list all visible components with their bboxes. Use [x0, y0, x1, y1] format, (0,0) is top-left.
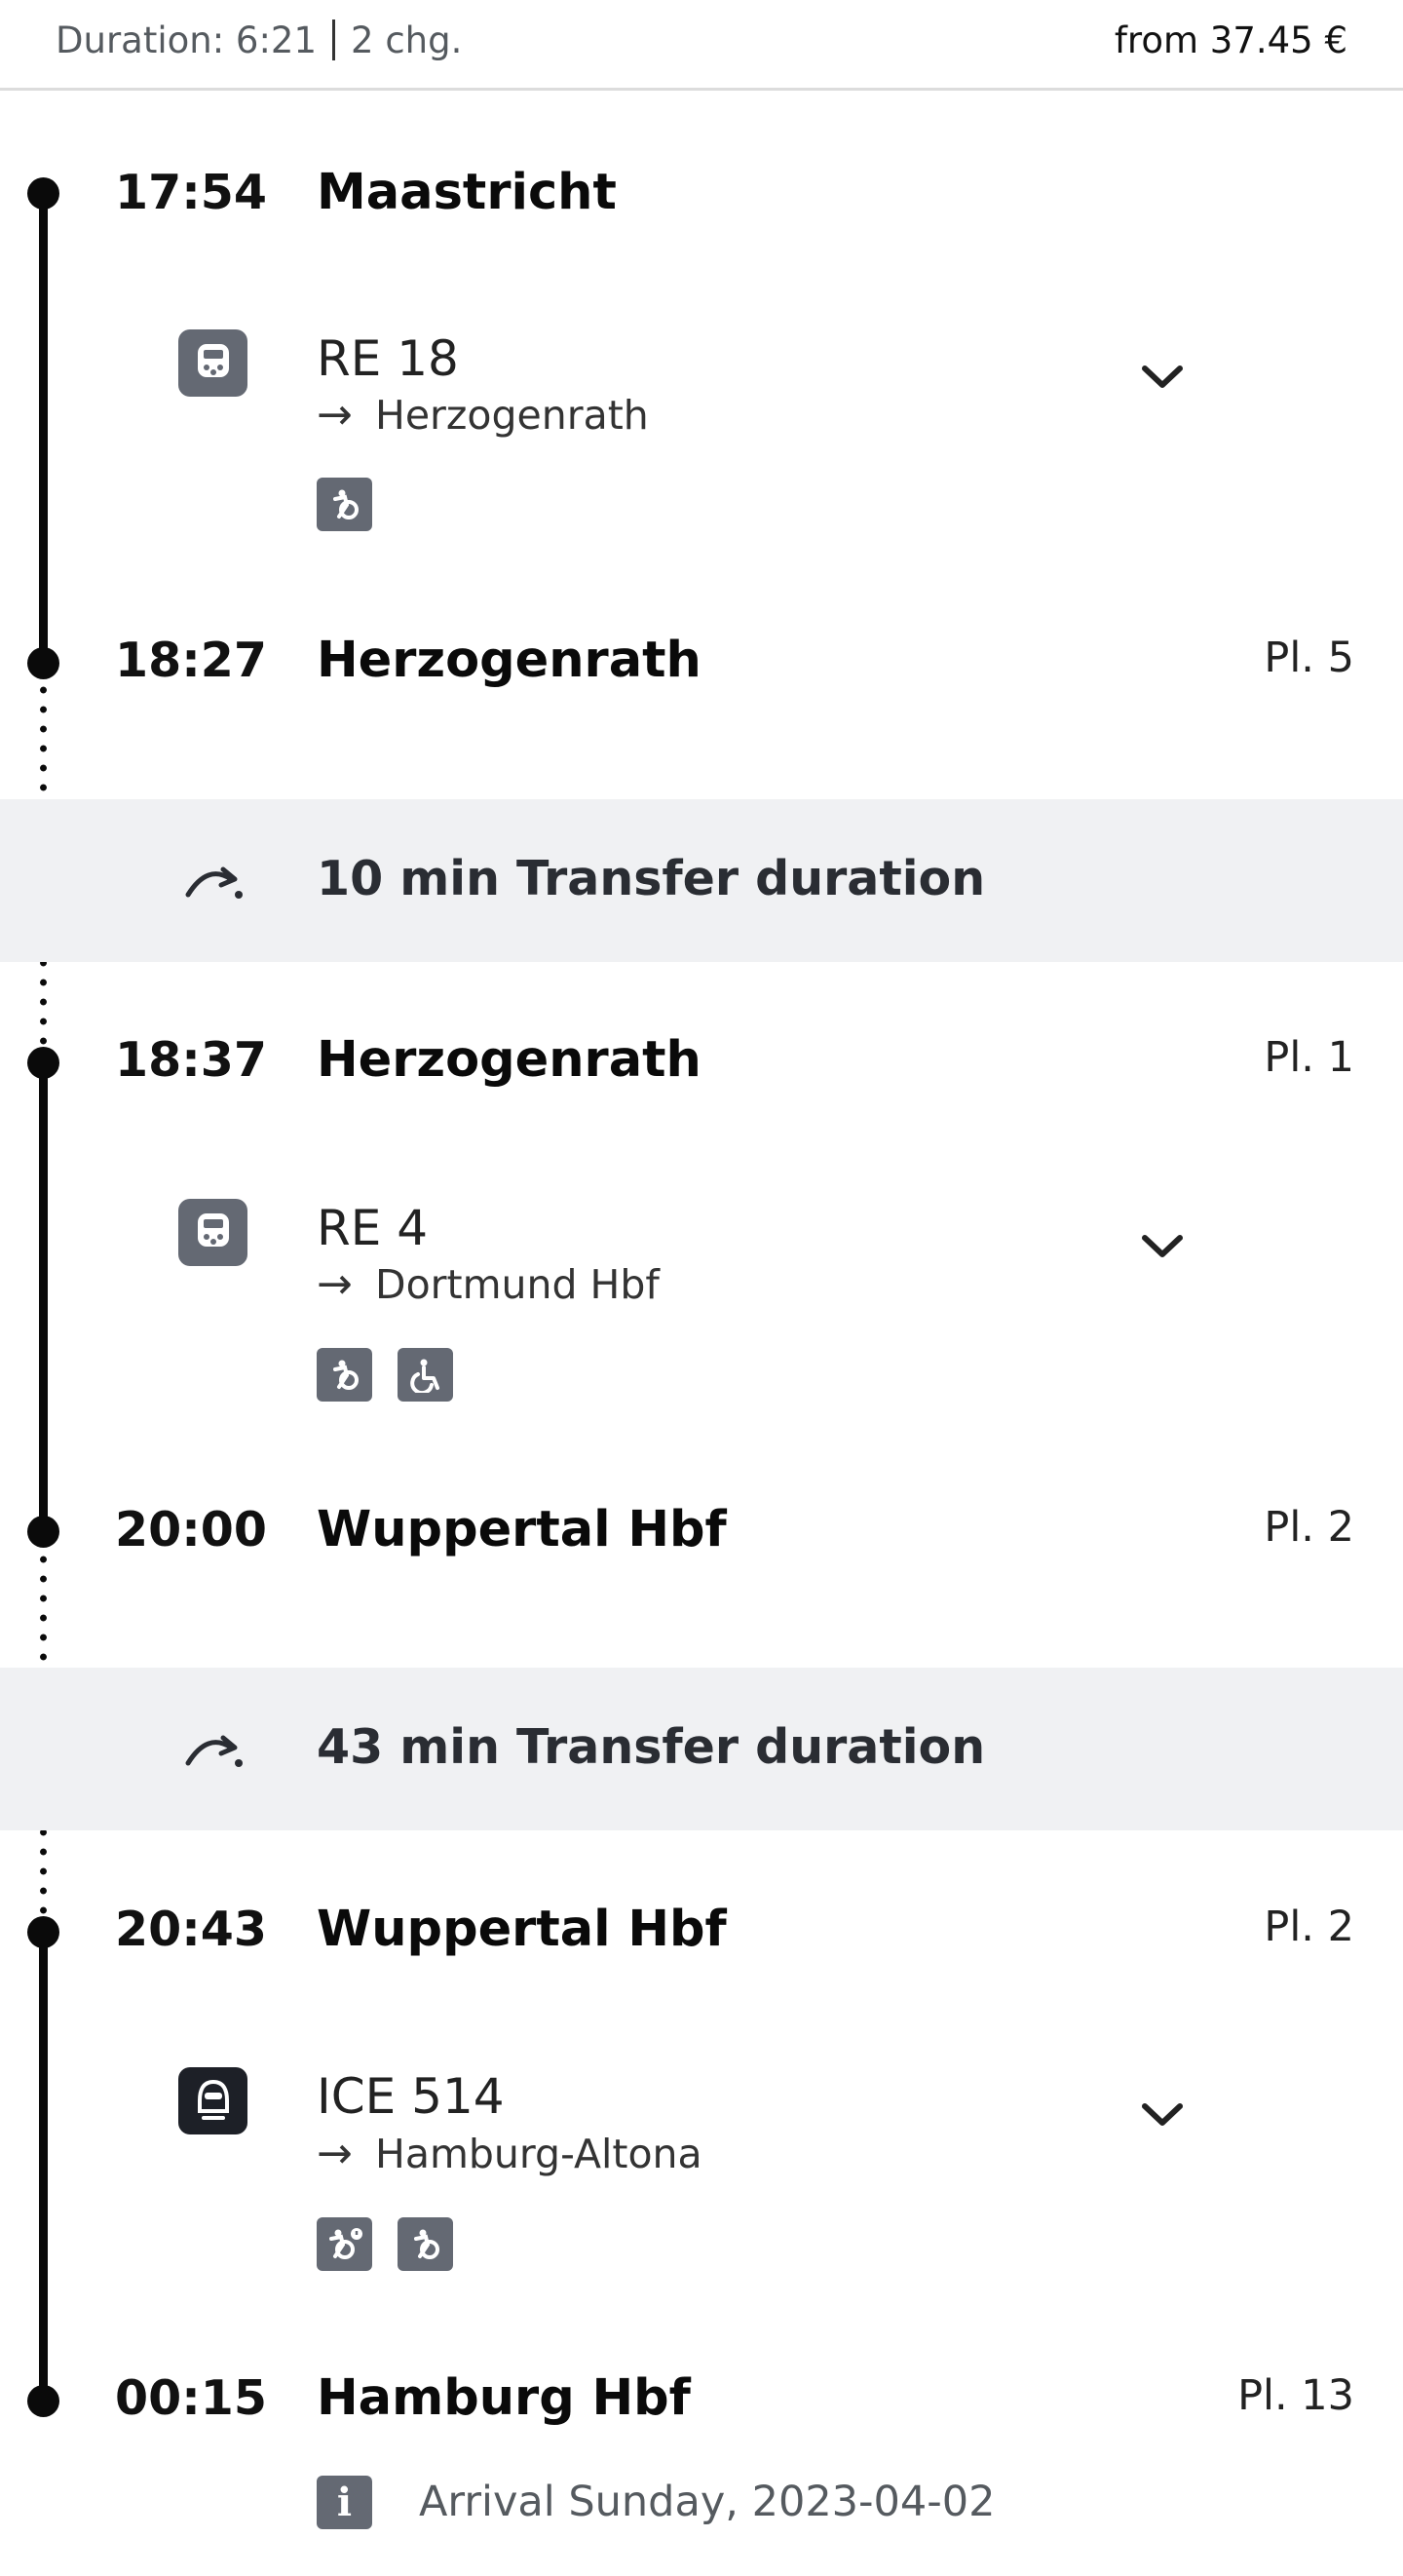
arrow-right-icon: →: [317, 1259, 353, 1309]
journey-details: Duration: 6:21 2 chg. from 37.45 € 10 min…: [0, 0, 1403, 2576]
duration-summary: Duration: 6:21 2 chg.: [56, 18, 462, 64]
chevron-down-icon: [1142, 2103, 1183, 2126]
train-name: ICE 514: [317, 2068, 505, 2125]
expand-leg-button[interactable]: [1133, 2086, 1192, 2144]
changes-text: 2 chg.: [351, 19, 463, 61]
train-name: RE 18: [317, 330, 459, 387]
transfer-icon: [185, 866, 243, 899]
station-name: Wuppertal Hbf: [317, 1501, 727, 1558]
regional-train-icon: [178, 1199, 247, 1266]
journey-summary-bar: Duration: 6:21 2 chg. from 37.45 €: [0, 0, 1403, 91]
arrival-info-text: Arrival Sunday, 2023-04-02: [419, 2478, 996, 2526]
arrow-right-icon: →: [317, 2129, 353, 2178]
train-destination: → Herzogenrath: [317, 390, 649, 441]
stop-dot: [27, 1047, 59, 1079]
arrow-right-icon: →: [317, 390, 353, 440]
transfer-duration: 43 min Transfer duration: [317, 1719, 986, 1775]
regional-train-icon: [178, 329, 247, 397]
station-name: Herzogenrath: [317, 632, 702, 689]
timeline-leg-1: [39, 193, 48, 663]
ice-train-icon: [178, 2067, 247, 2134]
bicycle-icon: [398, 2217, 453, 2271]
transfer-icon: [185, 1735, 243, 1767]
departure-time: 20:43: [115, 1902, 267, 1957]
station-name: Wuppertal Hbf: [317, 1901, 727, 1958]
departure-time: 17:54: [115, 165, 267, 220]
train-destination: → Dortmund Hbf: [317, 1259, 660, 1310]
station-name: Maastricht: [317, 164, 617, 221]
bicycle-icon: [317, 478, 372, 531]
chevron-down-icon: [1142, 1235, 1183, 1257]
bicycle-icon: [317, 1348, 372, 1402]
transfer-row: 43 min Transfer duration: [0, 1668, 1403, 1830]
destination-label: Herzogenrath: [375, 392, 649, 439]
transfer-duration: 10 min Transfer duration: [317, 851, 986, 906]
expand-leg-button[interactable]: [1133, 1217, 1192, 1276]
platform-label: Pl. 5: [1264, 634, 1354, 682]
destination-label: Hamburg-Altona: [375, 2131, 702, 2177]
station-name: Herzogenrath: [317, 1031, 702, 1089]
bicycle-reservation-icon: [317, 2217, 372, 2271]
wheelchair-icon: [398, 1348, 453, 1402]
expand-leg-button[interactable]: [1133, 348, 1192, 406]
separator: [332, 19, 336, 60]
train-destination: → Hamburg-Altona: [317, 2129, 702, 2179]
stop-dot: [27, 2385, 59, 2417]
arrival-time: 20:00: [115, 1502, 267, 1557]
stop-dot: [27, 1916, 59, 1948]
timeline-leg-3: [39, 1932, 48, 2402]
train-name: RE 4: [317, 1200, 429, 1256]
transfer-row: 10 min Transfer duration: [0, 799, 1403, 962]
duration-text: Duration: 6:21: [56, 19, 318, 61]
platform-label: Pl. 13: [1237, 2371, 1354, 2420]
arrival-time: 00:15: [115, 2370, 267, 2426]
arrival-time: 18:27: [115, 633, 267, 688]
stop-dot: [27, 177, 59, 210]
station-name: Hamburg Hbf: [317, 2369, 691, 2427]
destination-label: Dortmund Hbf: [375, 1261, 660, 1308]
platform-label: Pl. 2: [1264, 1503, 1354, 1552]
timeline-leg-2: [39, 1062, 48, 1532]
departure-time: 18:37: [115, 1032, 267, 1088]
stop-dot: [27, 647, 59, 679]
stop-dot: [27, 1516, 59, 1548]
price-text: from 37.45 €: [1114, 19, 1347, 61]
chevron-down-icon: [1142, 365, 1183, 388]
platform-label: Pl. 2: [1264, 1903, 1354, 1951]
info-icon: i: [317, 2476, 372, 2529]
platform-label: Pl. 1: [1264, 1033, 1354, 1082]
